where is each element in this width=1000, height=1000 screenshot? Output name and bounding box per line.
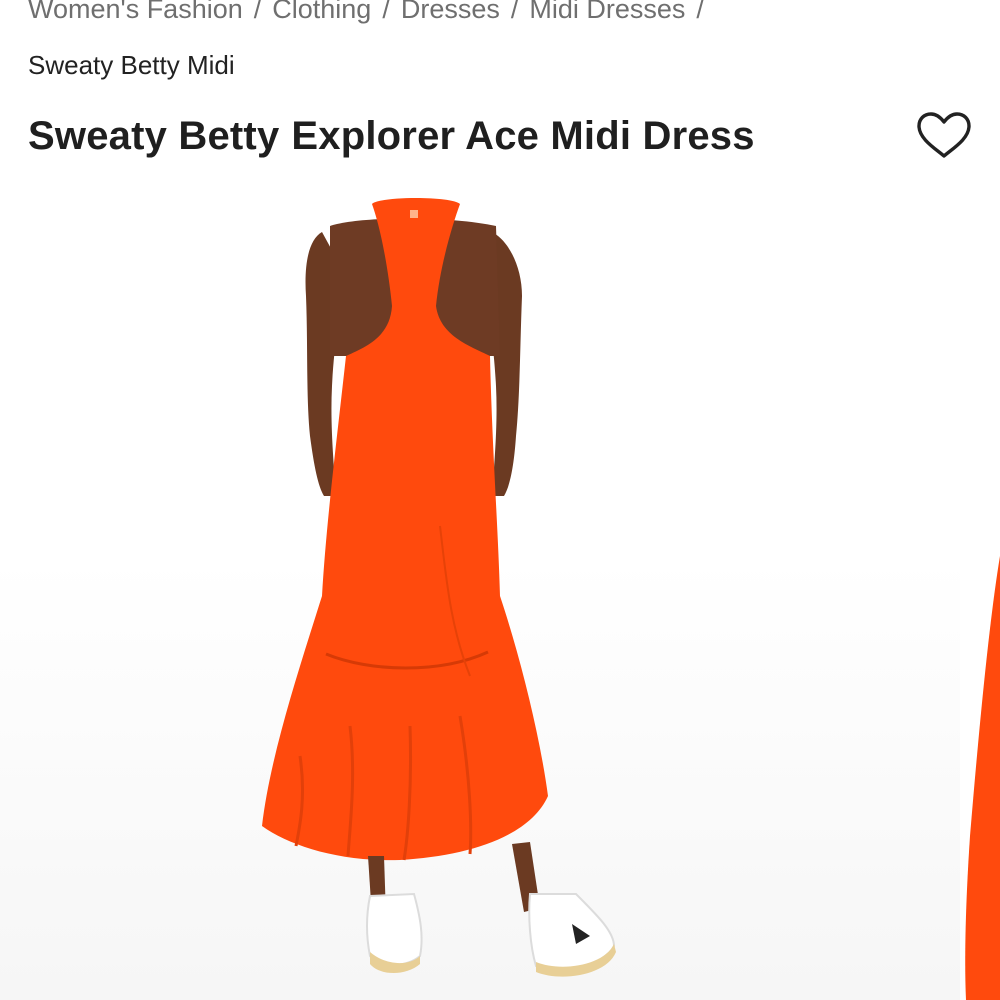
product-page: Women's Fashion / Clothing / Dresses / M… [0,0,1000,1000]
product-brand[interactable]: Sweaty Betty [28,114,279,158]
wishlist-button[interactable] [914,110,974,162]
product-title: Sweaty Betty Explorer Ace Midi Dress [28,114,755,159]
heart-outline-icon [917,112,971,158]
product-image-main[interactable] [0,196,960,1000]
product-photo [262,198,616,977]
breadcrumb-link-midi-dresses[interactable]: Midi Dresses [529,0,685,25]
breadcrumb-separator: / [253,0,262,24]
breadcrumb-separator: / [696,0,704,24]
breadcrumb: Women's Fashion / Clothing / Dresses / M… [28,0,715,25]
breadcrumb-link-clothing[interactable]: Clothing [272,0,371,25]
product-image-next-preview[interactable] [960,196,1000,1000]
breadcrumb-separator: / [510,0,519,24]
breadcrumb-current: Sweaty Betty Midi [28,50,235,80]
product-name: Explorer Ace Midi Dress [291,114,755,158]
breadcrumb-link-dresses[interactable]: Dresses [401,0,500,25]
brand-logo-mark [410,210,418,218]
breadcrumb-link-womens-fashion[interactable]: Women's Fashion [28,0,243,25]
breadcrumb-separator: / [382,0,390,24]
product-image-gallery[interactable] [0,196,1000,1000]
next-photo-peek [965,556,1000,1000]
